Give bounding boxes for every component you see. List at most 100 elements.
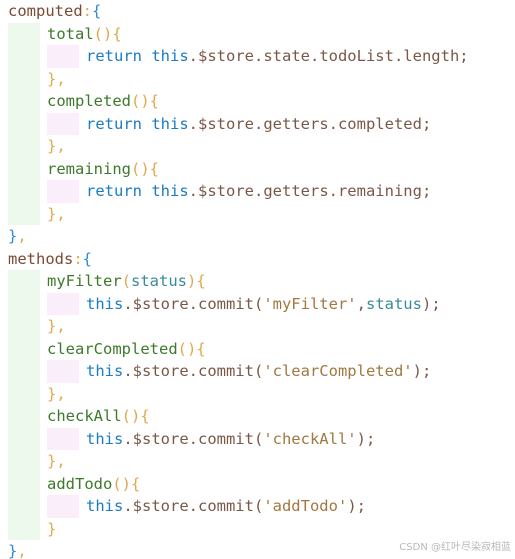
- code-token: 'addTodo': [263, 497, 348, 515]
- code-token: },: [47, 204, 66, 223]
- indent-guide: [8, 45, 40, 68]
- code-token: }: [8, 542, 18, 559]
- code-token: 'myFilter': [263, 294, 357, 313]
- code-token: 'checkAll': [263, 429, 357, 448]
- code-token: .$store.getters.completed;: [188, 114, 432, 133]
- code-line: computed:{: [0, 0, 515, 23]
- code-token: (){: [131, 159, 159, 178]
- indent-guide: [8, 337, 40, 360]
- indent-guide: [8, 495, 40, 518]
- code-token: (){: [121, 407, 150, 425]
- code-text: computed:{: [8, 0, 101, 23]
- indent-guide: [8, 180, 40, 203]
- code-token: );: [421, 294, 441, 313]
- code-token: (: [121, 272, 131, 290]
- code-text: checkAll(){: [47, 405, 150, 428]
- code-token: );: [412, 362, 432, 380]
- code-token: },: [47, 69, 66, 88]
- code-text: this.$store.commit('checkAll');: [86, 428, 375, 451]
- code-token: 'clearCompleted': [263, 362, 413, 380]
- code-text: return this.$store.state.todoList.length…: [86, 45, 469, 68]
- code-line: this.$store.commit('clearCompleted');: [0, 360, 515, 383]
- indent-guide: [8, 382, 40, 405]
- code-line: return this.$store.getters.remaining;: [0, 180, 515, 203]
- indent-guide: [8, 315, 40, 338]
- code-line: total(){: [0, 22, 515, 46]
- code-line: },: [0, 450, 515, 473]
- code-editor[interactable]: computed:{total(){return this.$store.sta…: [0, 0, 515, 559]
- code-line: clearCompleted(){: [0, 337, 515, 360]
- code-text: this.$store.commit('clearCompleted');: [86, 360, 431, 383]
- code-token: return: [86, 182, 142, 200]
- indent-guide: [8, 427, 40, 450]
- code-token: .$store.commit(: [123, 362, 264, 380]
- code-token: completed: [47, 92, 131, 110]
- code-line: this.$store.commit('addTodo');: [0, 495, 515, 518]
- code-token: remaining: [47, 159, 131, 178]
- code-token: return: [86, 47, 142, 65]
- code-text: },: [47, 203, 66, 226]
- indent-guide: [8, 112, 40, 135]
- code-token: this: [151, 182, 189, 200]
- code-token: },: [47, 317, 66, 335]
- code-token: .$store.state.todoList.length;: [188, 47, 469, 65]
- code-token: this: [151, 47, 189, 65]
- code-token: .$store.getters.remaining;: [188, 182, 432, 200]
- code-token: clearCompleted: [47, 339, 178, 358]
- code-token: }: [47, 519, 57, 538]
- indent-guide: [47, 495, 79, 518]
- code-token: this: [86, 362, 124, 380]
- code-token: computed: [8, 2, 83, 20]
- code-token: },: [47, 452, 66, 470]
- watermark: CSDN @红叶尽染寂相蓝: [399, 542, 511, 553]
- code-token: (){: [93, 24, 122, 43]
- code-text: }: [47, 518, 56, 541]
- code-line: return this.$store.state.todoList.length…: [0, 45, 515, 68]
- indent-guide: [8, 450, 40, 473]
- code-token: myFilter: [47, 272, 122, 290]
- code-text: },: [47, 450, 66, 473]
- code-text: this.$store.commit('myFilter',status);: [86, 293, 441, 316]
- indent-guide: [8, 202, 40, 225]
- code-text: },: [47, 135, 66, 158]
- code-line: },: [0, 225, 515, 248]
- code-text: methods:{: [8, 248, 92, 271]
- code-text: addTodo(){: [47, 473, 140, 496]
- code-line: }: [0, 517, 515, 541]
- code-token: status: [365, 294, 422, 313]
- indent-guide: [8, 22, 40, 45]
- code-token: }: [8, 227, 18, 245]
- indent-guide: [8, 360, 40, 383]
- code-token: .$store.commit(: [123, 497, 264, 515]
- code-token: return: [86, 114, 142, 133]
- code-token: addTodo: [47, 474, 113, 493]
- indent-guide: [47, 180, 79, 203]
- code-token: this: [86, 429, 124, 448]
- code-line: checkAll(){: [0, 405, 515, 428]
- code-line: },: [0, 382, 515, 405]
- code-line: },: [0, 315, 515, 338]
- indent-guide: [47, 360, 79, 383]
- code-token: },: [47, 137, 66, 155]
- code-line: myFilter(status){: [0, 270, 515, 293]
- indent-guide: [8, 157, 40, 180]
- code-line: this.$store.commit('checkAll');: [0, 427, 515, 451]
- code-line: methods:{: [0, 248, 515, 271]
- code-token: ,: [17, 227, 27, 245]
- indent-guide: [47, 427, 79, 450]
- code-text: total(){: [47, 23, 122, 46]
- code-text: },: [8, 540, 27, 559]
- code-token: (){: [112, 474, 141, 493]
- code-token: this: [151, 114, 189, 133]
- code-text: return this.$store.getters.remaining;: [86, 180, 431, 203]
- indent-guide: [8, 405, 40, 428]
- code-token: :: [82, 2, 92, 20]
- code-token: total: [47, 24, 94, 43]
- code-line: },: [0, 202, 515, 226]
- indent-guide: [8, 517, 40, 540]
- code-token: {: [92, 2, 102, 20]
- code-text: completed(){: [47, 90, 159, 113]
- indent-guide: [47, 292, 79, 315]
